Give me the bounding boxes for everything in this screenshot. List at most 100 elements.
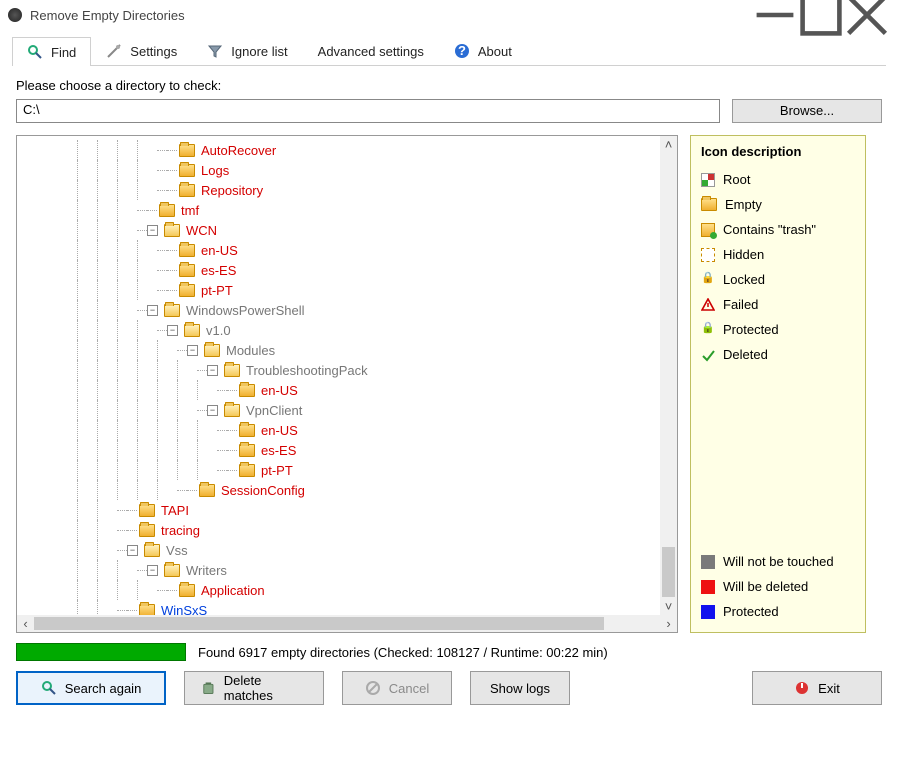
folder-icon [179,144,195,157]
folder-icon [239,464,255,477]
folder-icon [179,164,195,177]
tree-node[interactable]: TAPI [17,500,660,520]
titlebar: Remove Empty Directories [0,0,898,30]
scroll-thumb[interactable] [662,547,675,597]
tree-node[interactable]: −WindowsPowerShell [17,300,660,320]
folder-icon [159,204,175,217]
button-label: Delete matches [224,673,307,703]
tree-node-label: TAPI [161,503,189,518]
folder-icon [199,484,215,497]
prompt-label: Please choose a directory to check: [16,78,882,93]
button-label: Show logs [490,681,550,696]
tree-node[interactable]: AutoRecover [17,140,660,160]
folder-icon [139,524,155,537]
button-label: Cancel [389,681,429,696]
scroll-down-icon[interactable]: ˅ [660,598,677,615]
expand-toggle[interactable]: − [147,225,158,236]
tab-settings[interactable]: Settings [91,36,192,65]
tree-node[interactable]: es-ES [17,260,660,280]
folder-icon [184,324,200,337]
tree-node-label: VpnClient [246,403,302,418]
folder-icon [164,304,180,317]
tree-node[interactable]: pt-PT [17,280,660,300]
tree-node[interactable]: −WCN [17,220,660,240]
tree-node[interactable]: −Vss [17,540,660,560]
tree-node[interactable]: SessionConfig [17,480,660,500]
scroll-up-icon[interactable]: ˄ [660,136,677,153]
tree-node[interactable]: Logs [17,160,660,180]
close-button[interactable] [844,0,890,30]
tree-node[interactable]: − Writers [17,560,660,580]
tree-node-label: en-US [261,383,298,398]
scroll-left-icon[interactable]: ‹ [17,616,34,631]
expand-toggle[interactable]: − [207,365,218,376]
folder-icon [179,264,195,277]
folder-icon [239,444,255,457]
tree-node[interactable]: en-US [17,380,660,400]
svg-text:?: ? [458,43,466,58]
tabstrip: Find Settings Ignore list Advanced setti… [12,36,886,66]
expand-toggle[interactable]: − [127,545,138,556]
tree-node-label: pt-PT [261,463,293,478]
cancel-button[interactable]: Cancel [342,671,452,705]
tab-about[interactable]: ? About [439,36,527,65]
tree-node-label: Repository [201,183,263,198]
tree-node-label: AutoRecover [201,143,276,158]
tab-ignore[interactable]: Ignore list [192,36,302,65]
browse-button[interactable]: Browse... [732,99,882,123]
tree-node-label: Logs [201,163,229,178]
path-value: C:\ [23,102,40,117]
root-icon [701,173,715,187]
button-label: Search again [65,681,142,696]
show-logs-button[interactable]: Show logs [470,671,570,705]
expand-toggle[interactable]: − [187,345,198,356]
directory-tree[interactable]: AutoRecoverLogsRepositorytmf−WCNen-USes-… [16,135,678,633]
tree-node[interactable]: tracing [17,520,660,540]
tab-find[interactable]: Find [12,37,91,66]
scroll-right-icon[interactable]: › [660,616,677,631]
folder-icon [164,564,180,577]
folder-icon [139,504,155,517]
status-text: Found 6917 empty directories (Checked: 1… [198,645,608,660]
tree-node-label: es-ES [261,443,296,458]
maximize-button[interactable] [798,0,844,30]
exit-button[interactable]: Exit [752,671,882,705]
scrollbar-vertical[interactable]: ˄ ˅ [660,136,677,615]
tree-node[interactable]: en-US [17,420,660,440]
deleted-icon [701,348,715,362]
tree-node[interactable]: −TroubleshootingPack [17,360,660,380]
tree-node-label: tracing [161,523,200,538]
tree-node[interactable]: es-ES [17,440,660,460]
tree-node[interactable]: en-US [17,240,660,260]
tree-node[interactable]: − Modules [17,340,660,360]
expand-toggle[interactable]: − [207,405,218,416]
tree-node[interactable]: tmf [17,200,660,220]
delete-matches-button[interactable]: Delete matches [184,671,324,705]
legend-label: Will not be touched [723,554,834,569]
search-again-button[interactable]: Search again [16,671,166,705]
protected-swatch [701,605,715,619]
minimize-button[interactable] [752,0,798,30]
folder-icon [164,224,180,237]
tree-node-label: pt-PT [201,283,233,298]
folder-icon [239,384,255,397]
tree-node[interactable]: WinSxS [17,600,660,615]
icon-legend: Icon description Root Empty Contains "tr… [690,135,866,633]
app-icon [8,8,22,22]
legend-label: Protected [723,322,779,337]
expand-toggle[interactable]: − [147,565,158,576]
tree-node[interactable]: − VpnClient [17,400,660,420]
tree-node-label: Modules [226,343,275,358]
tree-node-label: Writers [186,563,227,578]
expand-toggle[interactable]: − [147,305,158,316]
scroll-thumb-h[interactable] [34,617,604,630]
tree-node[interactable]: Repository [17,180,660,200]
tree-node[interactable]: −v1.0 [17,320,660,340]
tab-label: Find [51,45,76,60]
scrollbar-horizontal[interactable]: ‹ › [17,615,677,632]
tab-advanced[interactable]: Advanced settings [303,36,439,65]
path-input[interactable]: C:\ [16,99,720,123]
expand-toggle[interactable]: − [167,325,178,336]
tree-node[interactable]: pt-PT [17,460,660,480]
tree-node[interactable]: Application [17,580,660,600]
